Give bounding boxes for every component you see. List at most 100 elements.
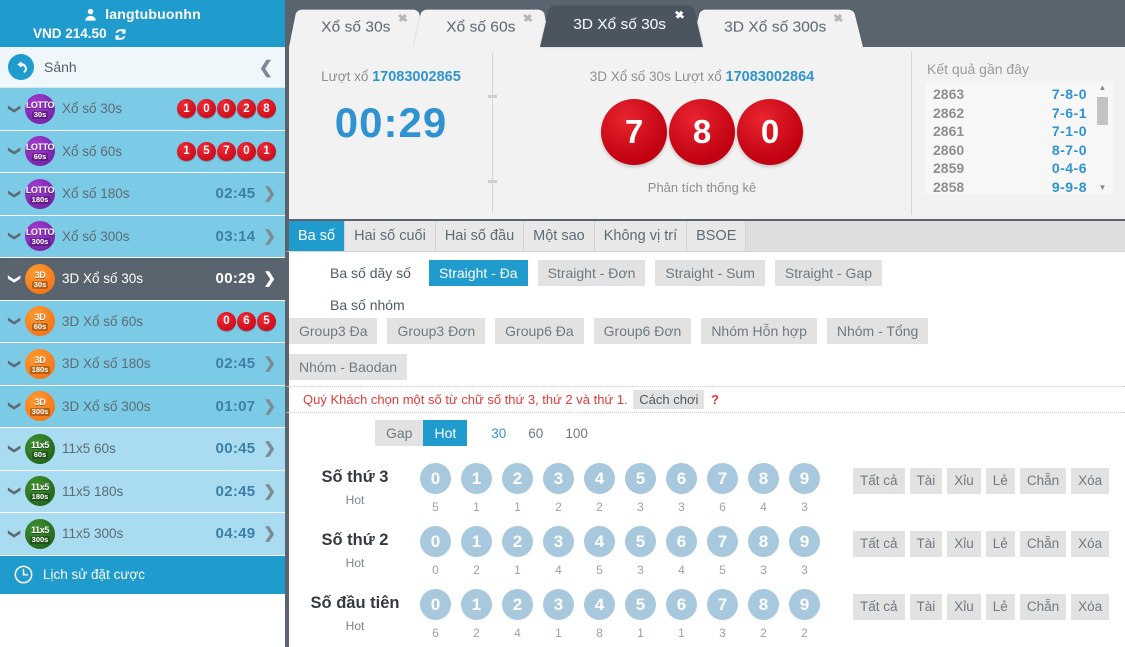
gap-toggle[interactable]: Gap [375, 420, 424, 446]
bet-history-row[interactable]: Lịch sử đặt cược [0, 555, 285, 594]
chevron-down-icon[interactable]: ❯ [8, 356, 22, 372]
analysis-link[interactable]: Phân tích thống kê [493, 180, 911, 195]
scrollbar-thumb[interactable] [1097, 97, 1108, 125]
chevron-down-icon[interactable]: ❯ [8, 398, 22, 414]
digit-button[interactable]: 0 [420, 463, 451, 494]
help-question-icon[interactable]: ? [711, 392, 719, 407]
row-action-button[interactable]: Xóa [1071, 468, 1110, 494]
digit-button[interactable]: 8 [748, 589, 779, 620]
digit-button[interactable]: 0 [420, 526, 451, 557]
option-button[interactable]: Straight - Gap [774, 260, 883, 286]
option-button[interactable]: Nhóm - Tổng [826, 318, 929, 344]
chevron-down-icon[interactable]: ❯ [8, 526, 22, 542]
chevron-down-icon[interactable]: ❯ [8, 143, 22, 159]
game-row[interactable]: ❯ 11x5 300s 11x5 300s 04:49 ❯ [0, 513, 285, 556]
digit-button[interactable]: 4 [584, 526, 615, 557]
game-row[interactable]: ❯ 3D 180s 3D Xổ số 180s 02:45 ❯ [0, 343, 285, 386]
option-button[interactable]: Group3 Đa [289, 318, 378, 344]
browser-tab[interactable]: 3D Xổ số 300s ✖ [690, 9, 864, 47]
digit-button[interactable]: 7 [707, 526, 738, 557]
row-action-button[interactable]: Tất cả [853, 594, 905, 620]
account-balance-row[interactable]: VND 214.50 [0, 25, 285, 46]
row-action-button[interactable]: Xỉu [947, 468, 981, 494]
chevron-down-icon[interactable]: ❯ [8, 483, 22, 499]
browser-tab[interactable]: Xổ số 30s ✖ [289, 9, 427, 47]
game-row[interactable]: ❯ 3D 30s 3D Xổ số 30s 00:29 ❯ [0, 258, 285, 301]
game-row[interactable]: ❯ 11x5 60s 11x5 60s 00:45 ❯ [0, 428, 285, 471]
bet-type-tab[interactable]: Một sao [524, 221, 595, 251]
chevron-right-icon[interactable]: ❯ [263, 356, 276, 371]
row-action-button[interactable]: Lẻ [985, 531, 1015, 557]
row-action-button[interactable]: Tài [909, 468, 943, 494]
digit-button[interactable]: 5 [625, 526, 656, 557]
chevron-down-icon[interactable]: ❯ [8, 313, 22, 329]
row-action-button[interactable]: Xỉu [947, 594, 981, 620]
refresh-icon[interactable] [114, 28, 127, 46]
chevron-down-icon[interactable]: ❯ [8, 271, 22, 287]
option-button[interactable]: Straight - Sum [655, 260, 765, 286]
count-option[interactable]: 30 [491, 426, 506, 441]
digit-button[interactable]: 5 [625, 463, 656, 494]
digit-button[interactable]: 3 [543, 463, 574, 494]
digit-button[interactable]: 6 [666, 589, 697, 620]
digit-button[interactable]: 3 [543, 526, 574, 557]
chevron-down-icon[interactable]: ❯ [8, 441, 22, 457]
game-row[interactable]: ❯ LOTTO 30s Xổ số 30s 1 0 0 2 8 [0, 88, 285, 131]
option-button[interactable]: Straight - Đơn [537, 260, 646, 286]
digit-button[interactable]: 4 [584, 463, 615, 494]
game-row[interactable]: ❯ 3D 60s 3D Xổ số 60s 0 6 5 [0, 300, 285, 343]
digit-button[interactable]: 1 [461, 526, 492, 557]
digit-button[interactable]: 5 [625, 589, 656, 620]
option-button[interactable]: Group3 Đơn [387, 318, 486, 344]
tab-close-icon[interactable]: ✖ [522, 12, 534, 25]
option-button[interactable]: Nhóm - Baodan [289, 354, 408, 380]
chevron-down-icon[interactable]: ❯ [8, 101, 22, 117]
tab-close-icon[interactable]: ✖ [832, 12, 844, 25]
digit-button[interactable]: 7 [707, 463, 738, 494]
game-row[interactable]: ❯ LOTTO 60s Xổ số 60s 1 5 7 0 1 [0, 130, 285, 173]
digit-button[interactable]: 6 [666, 463, 697, 494]
digit-button[interactable]: 4 [584, 589, 615, 620]
digit-button[interactable]: 8 [748, 463, 779, 494]
chevron-right-icon[interactable]: ❯ [263, 484, 276, 499]
row-action-button[interactable]: Tài [909, 594, 943, 620]
count-option[interactable]: 60 [528, 426, 543, 441]
row-action-button[interactable]: Chẵn [1019, 531, 1067, 557]
digit-button[interactable]: 2 [502, 589, 533, 620]
option-button[interactable]: Group6 Đa [495, 318, 584, 344]
digit-button[interactable]: 9 [789, 589, 820, 620]
digit-button[interactable]: 9 [789, 526, 820, 557]
digit-button[interactable]: 3 [543, 589, 574, 620]
digit-button[interactable]: 1 [461, 589, 492, 620]
game-row[interactable]: ❯ 3D 300s 3D Xổ số 300s 01:07 ❯ [0, 385, 285, 428]
tab-close-icon[interactable]: ✖ [397, 12, 409, 25]
row-action-button[interactable]: Xóa [1071, 531, 1110, 557]
digit-button[interactable]: 7 [707, 589, 738, 620]
chevron-left-icon[interactable]: ❮ [259, 59, 273, 76]
bet-type-tab[interactable]: Ba số [289, 221, 346, 251]
browser-tab[interactable]: 3D Xổ số 30s ✖ [539, 5, 703, 48]
chevron-right-icon[interactable]: ❯ [263, 271, 276, 286]
option-button[interactable]: Nhóm Hỗn hợp [701, 318, 817, 344]
row-action-button[interactable]: Chẵn [1019, 594, 1067, 620]
digit-button[interactable]: 2 [502, 526, 533, 557]
bet-type-tab[interactable]: BSOE [687, 221, 747, 251]
row-action-button[interactable]: Lẻ [985, 594, 1015, 620]
chevron-right-icon[interactable]: ❯ [263, 186, 276, 201]
row-action-button[interactable]: Tất cả [853, 468, 905, 494]
row-action-button[interactable]: Chẵn [1019, 468, 1067, 494]
hot-toggle[interactable]: Hot [423, 420, 468, 446]
recent-results-scrollbar[interactable]: ▲ ▼ [1096, 84, 1109, 192]
scroll-up-icon[interactable]: ▲ [1099, 84, 1107, 92]
digit-button[interactable]: 2 [502, 463, 533, 494]
row-action-button[interactable]: Tài [909, 531, 943, 557]
option-button[interactable]: Straight - Đa [429, 260, 528, 286]
bet-type-tab[interactable]: Hai số đầu [436, 221, 525, 251]
howto-button[interactable]: Cách chơi [633, 390, 705, 409]
browser-tab[interactable]: Xổ số 60s ✖ [414, 9, 552, 47]
back-arrow-icon[interactable] [8, 54, 34, 80]
lobby-row[interactable]: Sảnh ❮ [0, 47, 285, 88]
chevron-right-icon[interactable]: ❯ [263, 441, 276, 456]
option-button[interactable]: Group6 Đơn [593, 318, 692, 344]
game-row[interactable]: ❯ LOTTO 180s Xổ số 180s 02:45 ❯ [0, 173, 285, 216]
